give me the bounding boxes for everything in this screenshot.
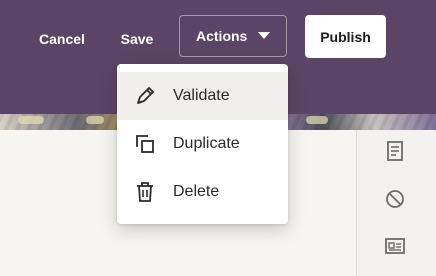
menu-item-validate[interactable]: Validate [117,72,288,120]
pencil-icon [133,84,157,108]
blocked-icon[interactable] [383,187,407,211]
actions-menu-button[interactable]: Actions [179,15,287,57]
banner-pattern-speck [86,116,104,124]
id-card-icon[interactable] [383,234,407,258]
menu-item-label: Validate [173,87,230,104]
chevron-down-icon [258,32,270,39]
banner-pattern-speck [306,116,328,124]
menu-item-duplicate[interactable]: Duplicate [117,120,288,168]
banner-pattern-speck [18,116,44,124]
actions-button-label: Actions [196,28,248,44]
menu-item-label: Delete [173,183,220,200]
publish-button[interactable]: Publish [305,15,386,58]
menu-item-label: Duplicate [173,135,240,152]
duplicate-icon [133,132,157,156]
menu-item-delete[interactable]: Delete [117,168,288,216]
document-icon[interactable] [383,139,407,163]
actions-dropdown-menu: Validate Duplicate Delete [117,64,288,224]
cancel-button[interactable]: Cancel [31,24,93,54]
save-button[interactable]: Save [112,24,162,54]
trash-icon [133,180,157,204]
